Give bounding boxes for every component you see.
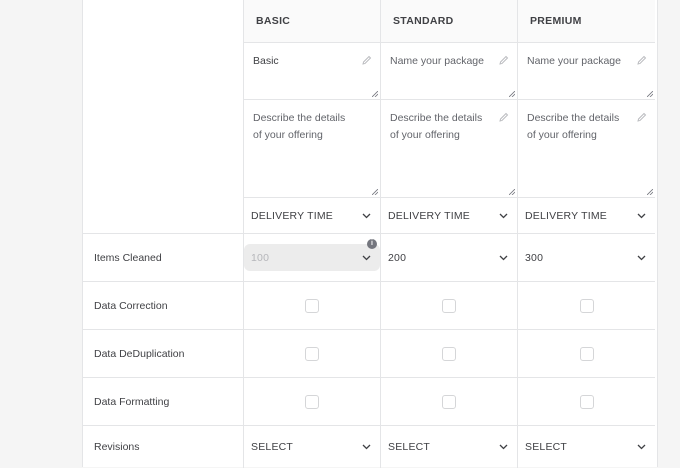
name-row-spacer <box>83 43 244 100</box>
premium-description-field[interactable]: Describe the details of your offering <box>518 100 655 198</box>
pencil-icon <box>362 55 372 65</box>
standard-data-formatting-checkbox[interactable] <box>442 394 456 409</box>
basic-name-field[interactable]: Basic <box>244 43 381 100</box>
resize-handle-icon[interactable] <box>372 189 378 195</box>
standard-data-deduplication-cell <box>381 330 518 378</box>
basic-items-select[interactable]: 100 <box>244 244 380 271</box>
row-label-data-formatting: Data Formatting <box>83 378 244 426</box>
premium-revisions-select[interactable]: SELECT <box>518 426 655 468</box>
premium-name-field[interactable]: Name your package <box>518 43 655 100</box>
chevron-down-icon <box>362 213 371 218</box>
chevron-down-icon <box>499 444 508 450</box>
row-label-items-cleaned: Items Cleaned <box>83 234 244 282</box>
premium-delivery-select[interactable]: DELIVERY TIME <box>518 198 655 234</box>
standard-delivery-value: DELIVERY TIME <box>388 209 470 222</box>
premium-delivery-value: DELIVERY TIME <box>525 209 607 222</box>
standard-revisions-value: SELECT <box>388 441 431 453</box>
basic-data-formatting-cell <box>244 378 381 426</box>
chevron-down-icon <box>499 213 508 218</box>
premium-revisions-value: SELECT <box>525 441 568 453</box>
chevron-down-icon <box>362 255 371 260</box>
basic-data-deduplication-cell <box>244 330 381 378</box>
premium-items-value: 300 <box>525 251 544 264</box>
header-basic: BASIC <box>244 0 381 43</box>
premium-data-deduplication-cell <box>518 330 655 378</box>
chevron-down-icon <box>499 255 508 260</box>
resize-handle-icon[interactable] <box>372 91 378 97</box>
resize-handle-icon[interactable] <box>509 91 515 97</box>
standard-items-select[interactable]: 200 <box>381 234 518 282</box>
premium-data-formatting-checkbox[interactable] <box>579 394 594 409</box>
standard-description-field[interactable]: Describe the details of your offering <box>381 100 518 198</box>
basic-data-deduplication-checkbox[interactable] <box>305 346 319 361</box>
header-premium: PREMIUM <box>518 0 655 43</box>
standard-items-value: 200 <box>388 251 407 264</box>
description-row-spacer <box>83 100 244 198</box>
standard-data-formatting-cell <box>381 378 518 426</box>
standard-name-field[interactable]: Name your package <box>381 43 518 100</box>
resize-handle-icon[interactable] <box>509 189 515 195</box>
basic-delivery-value: DELIVERY TIME <box>251 209 333 222</box>
row-label-data-correction: Data Correction <box>83 282 244 330</box>
basic-description-field[interactable]: Describe the details of your offering <box>244 100 381 198</box>
chevron-down-icon <box>637 213 646 218</box>
standard-delivery-select[interactable]: DELIVERY TIME <box>381 198 518 234</box>
pencil-icon <box>637 55 647 65</box>
row-label-data-deduplication: Data DeDuplication <box>83 330 244 378</box>
pencil-icon <box>637 112 647 122</box>
chevron-down-icon <box>362 444 371 450</box>
pencil-icon <box>499 55 509 65</box>
pencil-icon <box>499 112 509 122</box>
basic-data-formatting-checkbox[interactable] <box>305 394 319 409</box>
info-icon[interactable]: i <box>367 239 377 249</box>
premium-data-correction-checkbox[interactable] <box>579 298 594 313</box>
standard-data-deduplication-checkbox[interactable] <box>442 346 456 361</box>
chevron-down-icon <box>637 444 646 450</box>
chevron-down-icon <box>637 255 646 260</box>
header-spacer <box>83 0 244 43</box>
standard-description-placeholder: Describe the details of your offering <box>390 112 483 141</box>
standard-revisions-select[interactable]: SELECT <box>381 426 518 468</box>
premium-data-deduplication-checkbox[interactable] <box>579 346 594 361</box>
standard-data-correction-checkbox[interactable] <box>442 298 456 313</box>
basic-name-text: Basic <box>253 55 279 67</box>
premium-data-formatting-cell <box>518 378 655 426</box>
basic-delivery-select[interactable]: DELIVERY TIME <box>244 198 381 234</box>
pricing-table: BASIC STANDARD PREMIUM Basic Name your p… <box>82 0 658 468</box>
header-standard: STANDARD <box>381 0 518 43</box>
basic-revisions-select[interactable]: SELECT <box>244 426 381 468</box>
premium-description-placeholder: Describe the details of your offering <box>527 112 620 141</box>
basic-data-correction-cell <box>244 282 381 330</box>
standard-data-correction-cell <box>381 282 518 330</box>
standard-name-placeholder: Name your package <box>390 55 484 67</box>
premium-data-correction-cell <box>518 282 655 330</box>
basic-revisions-value: SELECT <box>251 441 294 453</box>
premium-name-placeholder: Name your package <box>527 55 621 67</box>
basic-items-value: 100 <box>251 251 270 264</box>
basic-items-cell: 100 i <box>244 234 381 282</box>
basic-description-placeholder: Describe the details of your offering <box>253 112 346 141</box>
resize-handle-icon[interactable] <box>647 189 653 195</box>
delivery-row-spacer <box>83 198 244 234</box>
resize-handle-icon[interactable] <box>647 91 653 97</box>
basic-data-correction-checkbox[interactable] <box>305 298 319 313</box>
premium-items-select[interactable]: 300 <box>518 234 655 282</box>
row-label-revisions: Revisions <box>83 426 244 468</box>
